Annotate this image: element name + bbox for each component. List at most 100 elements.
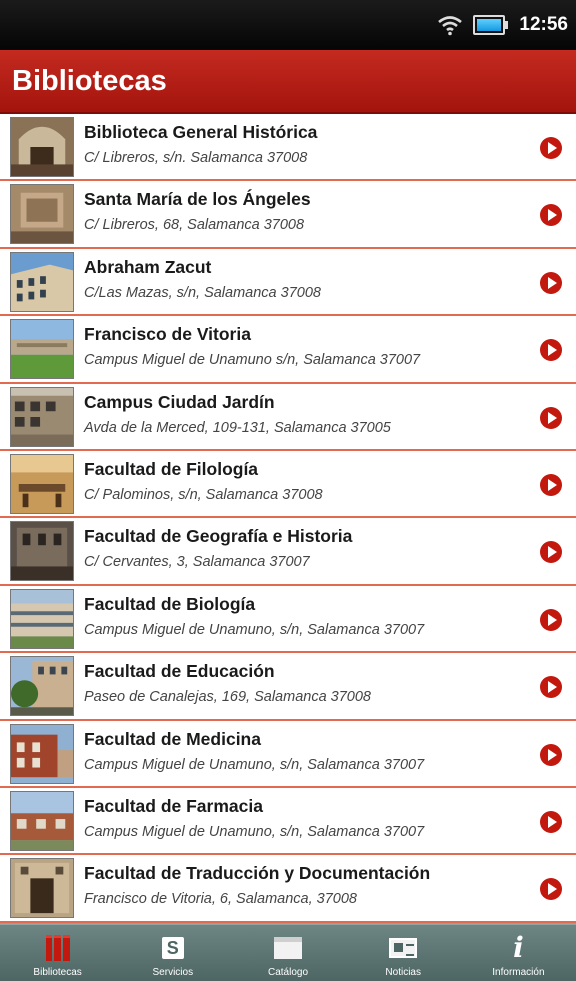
arrow-right-icon[interactable] xyxy=(540,204,562,227)
library-address: C/ Libreros, s/n. Salamanca 37008 xyxy=(84,150,308,166)
library-name: Facultad de Medicina xyxy=(84,728,261,749)
list-item[interactable]: Abraham Zacut C/Las Mazas, s/n, Salamanca… xyxy=(0,248,576,317)
arrow-right-icon[interactable] xyxy=(540,541,562,564)
library-name: Francisco de Vitoria xyxy=(84,324,251,345)
wifi-icon xyxy=(438,16,463,36)
arrow-right-icon[interactable] xyxy=(540,608,562,631)
arrow-right-icon[interactable] xyxy=(540,406,562,429)
library-thumbnail xyxy=(10,790,74,851)
library-photo xyxy=(11,320,73,379)
arrow-right-icon[interactable] xyxy=(540,743,562,766)
library-name: Facultad de Biología xyxy=(84,593,256,614)
list-item[interactable]: Facultad de Geografía e Historia C/ Cerva… xyxy=(0,518,576,586)
library-thumbnail xyxy=(10,117,74,177)
library-name: Abraham Zacut xyxy=(84,256,212,277)
library-name: Facultad de Educación xyxy=(84,661,275,682)
library-thumbnail xyxy=(10,184,74,245)
library-address: Campus Miguel de Unamuno s/n, Salamanca … xyxy=(84,352,421,369)
servicios-icon: S xyxy=(161,937,184,959)
library-thumbnail xyxy=(10,656,74,717)
library-photo xyxy=(11,522,73,581)
arrow-right-icon[interactable] xyxy=(540,137,562,159)
library-photo xyxy=(11,791,73,850)
arrow-right-icon[interactable] xyxy=(540,271,562,294)
library-photo xyxy=(11,589,73,648)
app-header: Bibliotecas xyxy=(0,50,576,114)
library-list: Biblioteca General Histórica C/ Libreros,… xyxy=(0,114,576,923)
list-item[interactable]: Campus Ciudad Jardín Avda de la Merced, 1… xyxy=(0,383,576,451)
tab-bibliotecas[interactable]: Bibliotecas xyxy=(0,925,115,981)
list-item[interactable]: Facultad de Traducción y Documentación Fr… xyxy=(0,855,576,923)
library-thumbnail xyxy=(10,521,74,582)
list-item[interactable]: Santa María de los Ángeles C/ Libreros, 6… xyxy=(0,181,576,249)
status-bar: 12:56 xyxy=(0,0,576,50)
library-address: Avda de la Merced, 109-131, Salamanca 37… xyxy=(84,419,391,436)
library-name: Facultad de Geografía e Historia xyxy=(84,526,353,547)
list-item[interactable]: Facultad de Biología Campus Miguel de Una… xyxy=(0,585,576,654)
list-item[interactable]: Facultad de Filología C/ Palominos, s/n, … xyxy=(0,450,576,519)
arrow-right-icon[interactable] xyxy=(540,878,562,901)
library-thumbnail xyxy=(10,588,74,649)
arrow-right-icon[interactable] xyxy=(540,473,562,496)
library-photo xyxy=(11,454,73,513)
library-name: Biblioteca General Histórica xyxy=(84,122,318,142)
library-thumbnail xyxy=(10,319,74,380)
library-address: Francisco de Vitoria, 6, Salamanca, 3700… xyxy=(84,891,357,908)
catalog-icon xyxy=(274,937,302,959)
list-item[interactable]: Facultad de Educación Paseo de Canalejas,… xyxy=(0,653,576,721)
tab-bar: Bibliotecas S Servicios Catálogo Noticias i In… xyxy=(0,923,576,981)
status-time: 12:56 xyxy=(519,14,568,35)
info-icon: i xyxy=(513,931,524,964)
library-photo xyxy=(11,657,73,716)
arrow-right-icon[interactable] xyxy=(540,339,562,362)
library-thumbnail xyxy=(10,386,74,447)
library-name: Santa María de los Ángeles xyxy=(84,189,311,210)
library-address: C/ Libreros, 68, Salamanca 37008 xyxy=(84,217,305,234)
library-address: Campus Miguel de Unamuno, s/n, Salamanca… xyxy=(84,621,425,638)
library-address: Campus Miguel de Unamuno, s/n, Salamanca… xyxy=(84,823,425,840)
library-name: Campus Ciudad Jardín xyxy=(84,391,275,412)
library-thumbnail xyxy=(10,453,74,514)
tab-icon-wrap xyxy=(274,933,302,963)
tab-label: Servicios xyxy=(152,967,194,978)
arrow-right-icon[interactable] xyxy=(540,676,562,699)
tab-label: Catálogo xyxy=(267,967,309,978)
books-icon xyxy=(45,935,70,961)
tab-label: Información xyxy=(492,967,545,978)
library-name: Facultad de Filología xyxy=(84,458,259,479)
tab-informacion[interactable]: i Información xyxy=(461,925,576,981)
library-photo xyxy=(11,387,73,446)
tab-label: Bibliotecas xyxy=(33,967,82,978)
tab-servicios[interactable]: S Servicios xyxy=(115,925,230,981)
library-photo xyxy=(11,185,73,244)
news-icon xyxy=(389,938,418,958)
library-photo xyxy=(11,252,73,311)
library-thumbnail xyxy=(10,251,74,312)
library-photo xyxy=(11,724,73,783)
tab-icon-wrap: S xyxy=(161,933,184,963)
library-name: Facultad de Traducción y Documentación xyxy=(84,863,431,884)
library-photo xyxy=(11,859,73,918)
library-address: C/Las Mazas, s/n, Salamanca 37008 xyxy=(84,284,321,301)
page-title: Bibliotecas xyxy=(12,64,167,97)
library-address: Paseo de Canalejas, 169, Salamanca 37008 xyxy=(84,689,371,706)
tab-icon-wrap xyxy=(45,933,70,963)
tab-noticias[interactable]: Noticias xyxy=(346,925,461,981)
library-thumbnail xyxy=(10,723,74,784)
library-address: C/ Palominos, s/n, Salamanca 37008 xyxy=(84,486,323,503)
tab-icon-wrap xyxy=(389,933,418,963)
list-item[interactable]: Biblioteca General Histórica C/ Libreros,… xyxy=(0,114,576,182)
list-item[interactable]: Francisco de Vitoria Campus Miguel de Una… xyxy=(0,316,576,384)
tab-icon-wrap: i xyxy=(513,933,524,963)
tab-catalogo[interactable]: Catálogo xyxy=(230,925,345,981)
tab-label: Noticias xyxy=(385,967,421,978)
library-thumbnail xyxy=(10,858,74,919)
library-address: C/ Cervantes, 3, Salamanca 37007 xyxy=(84,554,310,571)
library-photo xyxy=(11,118,73,176)
library-name: Facultad de Farmacia xyxy=(84,795,263,816)
list-item[interactable]: Facultad de Farmacia Campus Miguel de Una… xyxy=(0,787,576,856)
arrow-right-icon[interactable] xyxy=(540,810,562,833)
library-address: Campus Miguel de Unamuno, s/n, Salamanca… xyxy=(84,756,425,773)
battery-icon xyxy=(473,14,509,36)
list-item[interactable]: Facultad de Medicina Campus Miguel de Una… xyxy=(0,720,576,788)
